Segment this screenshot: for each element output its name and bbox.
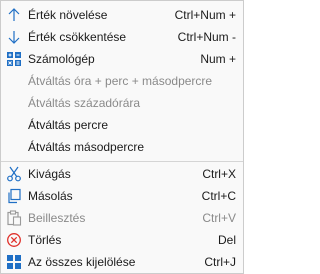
menu-item-label: Beillesztés	[28, 211, 86, 225]
scissors-icon	[5, 165, 23, 183]
select-all-icon	[5, 253, 23, 271]
menu-item-label: Az összes kijelölése	[28, 255, 136, 269]
menu-item-shortcut: Del	[217, 233, 236, 247]
menu-item-shortcut: Ctrl+Num +	[174, 8, 236, 22]
menu-item-convert-hundredth-hour[interactable]: Átváltás századórára	[1, 92, 243, 114]
menu-item-cut[interactable]: Kivágás Ctrl+X	[1, 163, 243, 185]
calculator-icon	[5, 50, 23, 68]
menu-item-shortcut: Ctrl+X	[202, 167, 236, 181]
menu-item-shortcut: Ctrl+J	[204, 255, 236, 269]
menu-item-convert-hms[interactable]: Átváltás óra + perc + másodpercre	[1, 70, 243, 92]
menu-item-shortcut: Num +	[200, 52, 236, 66]
copy-icon	[5, 187, 23, 205]
menu-separator	[1, 161, 243, 162]
menu-item-calculator[interactable]: Számológép Num +	[1, 48, 243, 70]
menu-item-paste[interactable]: Beillesztés Ctrl+V	[1, 207, 243, 229]
menu-item-increase-value[interactable]: Érték növelése Ctrl+Num +	[1, 4, 243, 26]
menu-item-label: Átváltás percre	[28, 118, 109, 132]
menu-item-label: Érték növelése	[28, 8, 108, 22]
menu-item-decrease-value[interactable]: Érték csökkentése Ctrl+Num -	[1, 26, 243, 48]
menu-item-convert-minutes[interactable]: Átváltás percre	[1, 114, 243, 136]
paste-icon	[5, 209, 23, 227]
arrow-up-icon	[5, 6, 23, 24]
delete-icon	[5, 231, 23, 249]
menu-item-label: Másolás	[28, 189, 73, 203]
menu-item-copy[interactable]: Másolás Ctrl+C	[1, 185, 243, 207]
menu-item-label: Átváltás másodpercre	[28, 140, 145, 154]
menu-item-label: Számológép	[28, 52, 95, 66]
menu-item-label: Érték csökkentése	[28, 30, 127, 44]
context-menu: Érték növelése Ctrl+Num + Érték csökkent…	[0, 0, 244, 274]
menu-item-label: Átváltás századórára	[28, 96, 141, 110]
menu-item-shortcut: Ctrl+C	[201, 189, 236, 203]
menu-item-label: Törlés	[28, 233, 62, 247]
menu-item-label: Átváltás óra + perc + másodpercre	[28, 74, 213, 88]
menu-item-shortcut: Ctrl+V	[202, 211, 236, 225]
menu-item-convert-seconds[interactable]: Átváltás másodpercre	[1, 136, 243, 158]
menu-item-shortcut: Ctrl+Num -	[177, 30, 236, 44]
menu-item-select-all[interactable]: Az összes kijelölése Ctrl+J	[1, 251, 243, 273]
arrow-down-icon	[5, 28, 23, 46]
menu-item-delete[interactable]: Törlés Del	[1, 229, 243, 251]
menu-item-label: Kivágás	[28, 167, 71, 181]
